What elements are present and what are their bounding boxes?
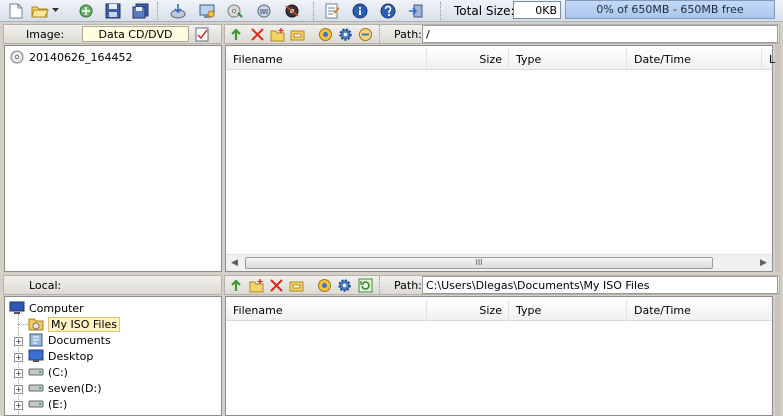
local-column-size[interactable]: Size — [427, 300, 509, 321]
extract-icon[interactable] — [168, 1, 188, 20]
column-filename[interactable]: Filename — [226, 49, 427, 70]
drive-icon — [28, 365, 44, 379]
column-size[interactable]: Size — [427, 49, 509, 70]
image-type-selector[interactable]: Data CD/DVD — [82, 26, 189, 42]
drive-icon — [28, 381, 44, 395]
image-path-field[interactable]: / — [422, 25, 778, 43]
scroll-right-icon[interactable]: ▶ — [755, 255, 772, 271]
local-new-folder-icon[interactable] — [249, 278, 264, 293]
expand-e-drive-icon[interactable]: + — [14, 401, 23, 410]
image-panel-header: Image: Data CD/DVD — [3, 24, 222, 44]
tree-item-label: seven(D:) — [48, 381, 102, 395]
tree-item-label: (C:) — [48, 365, 68, 379]
open-icon[interactable] — [30, 1, 50, 20]
local-column-date-time[interactable]: Date/Time — [627, 300, 772, 321]
tree-item-c-drive[interactable]: (C:) — [28, 364, 68, 380]
local-delete-icon[interactable] — [269, 278, 284, 293]
column-date-time[interactable]: Date/Time — [627, 49, 762, 70]
refresh-image-icon[interactable] — [318, 27, 333, 42]
tree-item-d-drive[interactable]: seven(D:) — [28, 380, 102, 396]
scroll-left-icon[interactable]: ◀ — [226, 255, 243, 271]
open-dropdown-icon[interactable] — [50, 1, 60, 20]
local-file-list: Filename Size Type Date/Time — [225, 296, 773, 416]
go-up-icon[interactable] — [229, 27, 244, 42]
drive-icon — [28, 397, 44, 411]
local-add-icon[interactable] — [317, 278, 332, 293]
local-path-field[interactable]: C:\Users\Dlegas\Documents\My ISO Files — [422, 276, 778, 294]
new-icon[interactable] — [6, 1, 26, 20]
computer-icon — [9, 301, 25, 315]
expand-d-drive-icon[interactable]: + — [14, 385, 23, 394]
right-edge-strip-bottom — [775, 296, 781, 416]
local-file-columns: Filename Size Type Date/Time — [226, 300, 772, 321]
right-edge-strip — [775, 45, 781, 272]
column-l[interactable]: L — [762, 49, 775, 70]
save-as-icon[interactable] — [131, 1, 151, 20]
folder-icon — [28, 317, 44, 331]
tree-item-label: (E:) — [48, 397, 68, 411]
delete-icon[interactable] — [250, 27, 265, 42]
tree-item-computer[interactable]: Computer — [9, 300, 84, 316]
image-tree-root[interactable]: 20140626_164452 — [9, 49, 132, 65]
help-icon[interactable] — [378, 1, 398, 20]
tree-item-desktop[interactable]: Desktop — [28, 348, 93, 364]
total-size-label: Total Size: — [454, 4, 515, 18]
tree-item-e-drive[interactable]: (E:) — [28, 396, 67, 412]
image-path-label: Path: — [394, 28, 422, 41]
local-panel-header: Local: — [3, 275, 222, 295]
local-rename-icon[interactable] — [289, 278, 304, 293]
column-type[interactable]: Type — [509, 49, 627, 70]
local-label: Local: — [29, 279, 62, 292]
properties-icon[interactable] — [322, 1, 342, 20]
tree-item-label: My ISO Files — [48, 316, 121, 332]
tree-item-my-iso-files[interactable]: My ISO Files — [28, 316, 121, 332]
local-tree: Computer My ISO Files + Documents + Desk… — [4, 296, 222, 416]
image-hscrollbar[interactable]: ◀ III ▶ — [226, 254, 772, 271]
local-go-up-icon[interactable] — [229, 278, 244, 293]
local-refresh-icon[interactable] — [358, 278, 373, 293]
burn-icon[interactable] — [197, 1, 217, 20]
info-icon[interactable] — [350, 1, 370, 20]
image-tree: 20140626_164452 — [4, 45, 222, 272]
image-file-columns: Filename Size Type Date/Time L — [226, 49, 775, 70]
desktop-icon — [28, 349, 44, 363]
expand-c-drive-icon[interactable]: + — [14, 369, 23, 378]
expand-desktop-icon[interactable]: + — [14, 353, 23, 362]
image-file-list: Filename Size Type Date/Time L ◀ III ▶ — [225, 45, 775, 272]
main-toolbar: Total Size: 0KB 0% of 650MB - 650MB free — [0, 0, 783, 22]
mount-icon[interactable] — [225, 1, 245, 20]
virtual-drive-icon[interactable] — [282, 1, 302, 20]
settings-gear-icon[interactable] — [338, 27, 353, 42]
disc-icon — [9, 50, 25, 64]
image-properties-icon[interactable] — [195, 27, 210, 42]
image-tree-root-label: 20140626_164452 — [29, 50, 133, 64]
expand-documents-icon[interactable]: + — [14, 337, 23, 346]
image-files-toolbar: Path: / — [224, 24, 780, 44]
tree-item-documents[interactable]: Documents — [28, 332, 111, 348]
boot-options-icon[interactable] — [358, 27, 373, 42]
local-files-toolbar: Path: C:\Users\Dlegas\Documents\My ISO F… — [224, 275, 780, 295]
tree-item-label: Computer — [29, 301, 84, 315]
new-folder-icon[interactable] — [270, 27, 285, 42]
compress-icon[interactable] — [254, 1, 274, 20]
image-label: Image: — [26, 28, 65, 41]
local-path-label: Path: — [394, 279, 422, 292]
save-icon[interactable] — [103, 1, 123, 20]
recycle-icon[interactable] — [76, 1, 96, 20]
rename-icon[interactable] — [290, 27, 305, 42]
documents-icon — [28, 333, 44, 347]
exit-icon[interactable] — [406, 1, 426, 20]
capacity-bar: 0% of 650MB - 650MB free — [565, 0, 775, 19]
tree-item-label: Documents — [48, 333, 111, 347]
scroll-thumb[interactable]: III — [245, 257, 713, 269]
local-column-type[interactable]: Type — [509, 300, 627, 321]
total-size-value: 0KB — [513, 1, 561, 19]
local-column-filename[interactable]: Filename — [226, 300, 427, 321]
local-settings-gear-icon[interactable] — [337, 278, 352, 293]
tree-item-label: Desktop — [48, 349, 94, 363]
